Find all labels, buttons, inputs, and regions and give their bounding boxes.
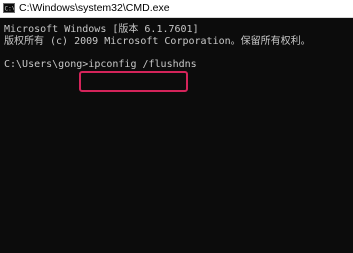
cmd-icon: C:\ xyxy=(3,3,15,13)
console-output[interactable]: Microsoft Windows [版本 6.1.7601] 版权所有 (c)… xyxy=(0,18,353,253)
typed-command[interactable]: ipconfig /flushdns xyxy=(88,59,196,70)
console-line-version: Microsoft Windows [版本 6.1.7601] xyxy=(4,24,199,35)
console-line-copyright: 版权所有 (c) 2009 Microsoft Corporation。保留所有… xyxy=(4,36,311,47)
svg-text:C:\: C:\ xyxy=(5,6,15,13)
window-title: C:\Windows\system32\CMD.exe xyxy=(19,2,170,14)
command-line: C:\Users\gong>ipconfig /flushdns xyxy=(4,59,197,71)
command-prompt: C:\Users\gong> xyxy=(4,59,89,70)
cmd-window: C:\ C:\Windows\system32\CMD.exe Microsof… xyxy=(0,0,353,253)
command-highlight-box xyxy=(79,71,188,92)
title-bar[interactable]: C:\ C:\Windows\system32\CMD.exe xyxy=(0,0,353,18)
